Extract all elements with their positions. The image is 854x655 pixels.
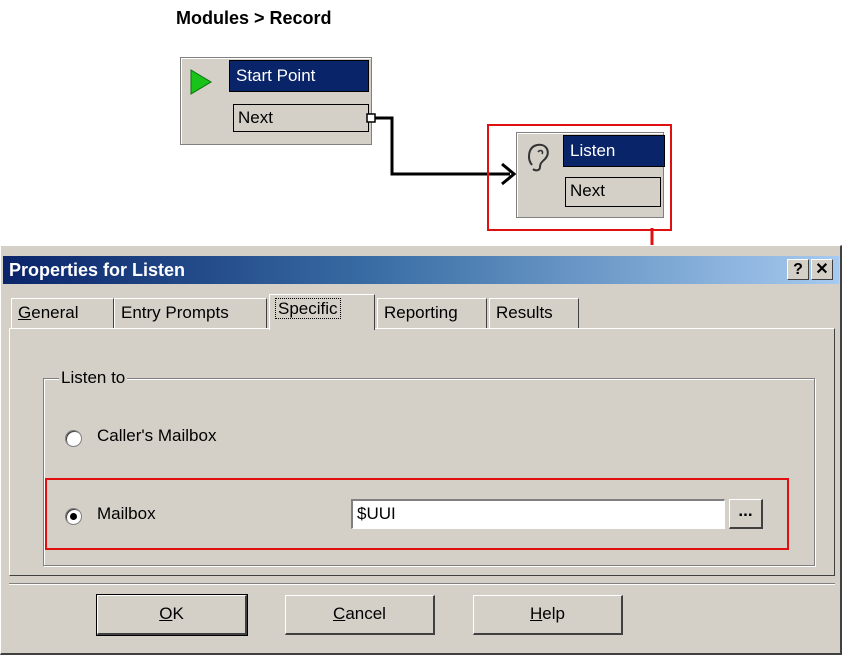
listen-to-group xyxy=(43,378,815,566)
browse-button[interactable]: ... xyxy=(729,499,763,529)
radio-callers-mailbox-label[interactable]: Caller's Mailbox xyxy=(97,426,216,446)
mailbox-input[interactable]: $UUI xyxy=(351,499,725,529)
listen-title: Listen xyxy=(563,135,665,167)
properties-dialog: Properties for Listen ? ✕ General Entry … xyxy=(0,245,842,655)
close-button[interactable]: ✕ xyxy=(811,259,833,280)
ok-button[interactable]: OK xyxy=(96,594,248,636)
tab-results[interactable]: Results xyxy=(489,298,579,328)
button-separator xyxy=(9,583,835,585)
radio-selected-dot xyxy=(70,513,77,520)
ear-icon xyxy=(528,143,549,172)
tab-entry-prompts[interactable]: Entry Prompts xyxy=(114,298,267,328)
help-button[interactable]: Help xyxy=(473,595,623,635)
tab-general[interactable]: General xyxy=(11,298,114,328)
tab-reporting[interactable]: Reporting xyxy=(377,298,487,328)
listen-node[interactable]: Listen Next xyxy=(516,132,665,218)
radio-callers-mailbox[interactable] xyxy=(65,430,82,447)
cancel-button[interactable]: Cancel xyxy=(285,595,435,635)
help-title-button[interactable]: ? xyxy=(787,259,809,280)
dialog-titlebar[interactable]: Properties for Listen ? ✕ xyxy=(3,256,839,284)
tab-specific[interactable]: Specific xyxy=(269,294,375,330)
radio-mailbox-label[interactable]: Mailbox xyxy=(97,504,156,524)
dialog-title: Properties for Listen xyxy=(9,260,186,280)
connector-arrow xyxy=(366,113,654,250)
group-label: Listen to xyxy=(59,368,128,388)
radio-mailbox[interactable] xyxy=(65,508,82,525)
listen-next-port[interactable]: Next xyxy=(565,177,661,207)
